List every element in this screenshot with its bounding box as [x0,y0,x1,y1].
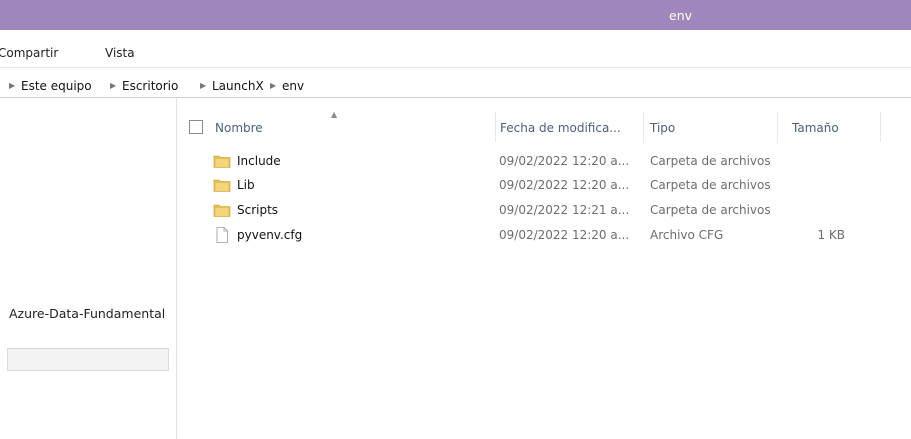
tab-compartir[interactable]: Compartir [0,46,58,60]
breadcrumb-este-equipo[interactable]: Este equipo [21,79,92,93]
file-type: Archivo CFG [650,228,724,242]
column-header-name[interactable]: Nombre [215,121,263,135]
column-header-size[interactable]: Tamaño [792,121,839,135]
navigation-pane: Azure-Data-Fundamental [0,98,177,439]
column-header-date[interactable]: Fecha de modifica... [500,121,621,135]
file-row-include[interactable]: Include 09/02/2022 12:20 a... Carpeta de… [210,151,860,171]
file-row-pyvenv-cfg[interactable]: pyvenv.cfg 09/02/2022 12:20 a... Archivo… [210,225,860,245]
file-name: Scripts [237,203,279,217]
column-divider[interactable] [643,112,644,142]
breadcrumb[interactable]: ▶ Este equipo ▶ Escritorio ▶ LaunchX ▶ e… [0,72,911,98]
tab-vista[interactable]: Vista [105,46,135,60]
file-row-scripts[interactable]: Scripts 09/02/2022 12:21 a... Carpeta de… [210,200,860,220]
folder-icon [213,202,231,218]
breadcrumb-launchx[interactable]: LaunchX [212,79,264,93]
folder-icon [213,153,231,169]
file-date: 09/02/2022 12:20 a... [499,178,630,192]
file-type: Carpeta de archivos [650,203,771,217]
breadcrumb-escritorio[interactable]: Escritorio [122,79,178,93]
breadcrumb-env[interactable]: env [282,79,304,93]
file-size: 1 KB [817,228,845,242]
file-type: Carpeta de archivos [650,178,771,192]
file-name: Lib [237,178,255,192]
title-bar: env [0,0,911,30]
select-all-checkbox[interactable] [189,120,203,134]
chevron-right-icon: ▶ [9,81,16,90]
chevron-right-icon: ▶ [200,81,207,90]
column-header-type[interactable]: Tipo [650,121,675,135]
ribbon-divider [0,67,911,68]
file-name: pyvenv.cfg [237,228,303,242]
chevron-right-icon: ▶ [110,81,117,90]
folder-icon [213,177,231,193]
nav-item-azure-data-fundamental[interactable]: Azure-Data-Fundamental [9,306,165,321]
column-divider[interactable] [880,112,881,142]
file-date: 09/02/2022 12:21 a... [499,203,630,217]
sort-up-icon: ▲ [331,110,338,119]
file-date: 09/02/2022 12:20 a... [499,228,630,242]
window-title: env [669,8,693,23]
column-divider[interactable] [495,112,496,142]
file-type: Carpeta de archivos [650,154,771,168]
chevron-right-icon: ▶ [270,81,277,90]
nav-scroll-area[interactable] [7,348,169,371]
file-row-lib[interactable]: Lib 09/02/2022 12:20 a... Carpeta de arc… [210,175,860,195]
ribbon: Compartir Vista [0,30,911,68]
column-divider[interactable] [777,112,778,142]
file-icon [213,227,231,243]
file-name: Include [237,154,281,168]
file-date: 09/02/2022 12:20 a... [499,154,630,168]
